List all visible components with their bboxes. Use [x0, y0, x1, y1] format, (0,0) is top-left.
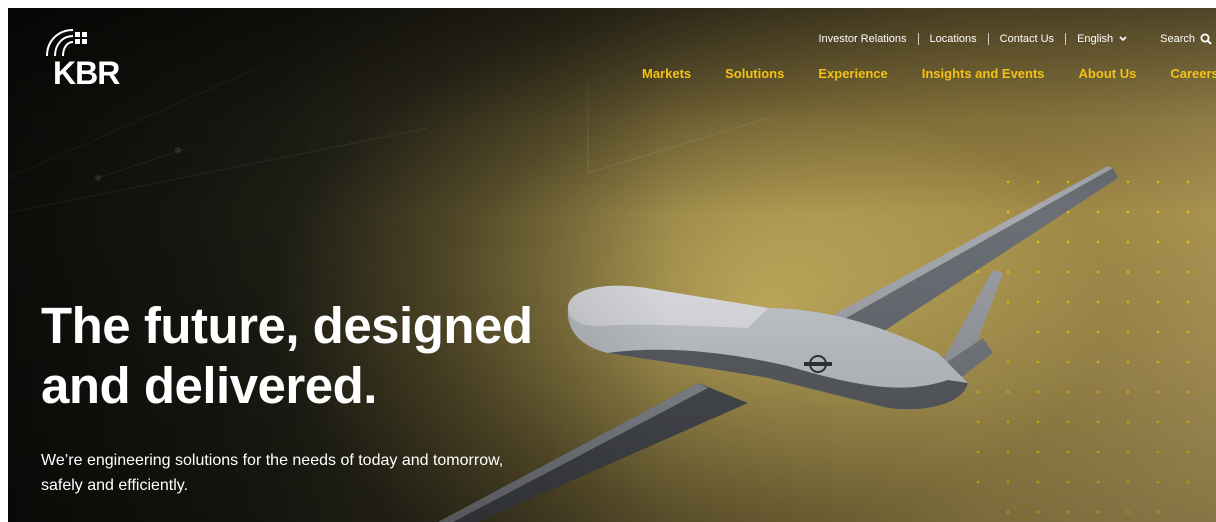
- globe-icon: KBR: [46, 29, 121, 91]
- hero-vignette: [8, 8, 1216, 522]
- investor-relations-link[interactable]: Investor Relations: [808, 32, 918, 46]
- hero-headline-line-1: The future, designed: [41, 297, 533, 354]
- hero-subtext-line-1: We’re engineering solutions for the need…: [41, 452, 504, 469]
- hero-headline: The future, designed and delivered.: [41, 296, 533, 416]
- language-label: English: [1077, 33, 1114, 45]
- main-nav: Markets Solutions Experience Insights an…: [642, 66, 1216, 81]
- nav-insights-and-events[interactable]: Insights and Events: [922, 66, 1045, 81]
- chevron-down-icon: [1119, 36, 1127, 42]
- search-icon: [1200, 33, 1212, 45]
- nav-careers[interactable]: Careers: [1170, 66, 1216, 81]
- search-label: Search: [1160, 33, 1195, 45]
- hero-banner: KBR Investor Relations Locations Contact…: [8, 8, 1216, 522]
- kbr-wordmark: KBR: [53, 55, 120, 91]
- search-button[interactable]: Search: [1138, 32, 1212, 46]
- page: KBR Investor Relations Locations Contact…: [0, 0, 1216, 522]
- hero-subtext: We’re engineering solutions for the need…: [41, 448, 601, 498]
- hero-subtext-line-2: safely and efficiently.: [41, 477, 189, 494]
- language-selector[interactable]: English: [1066, 32, 1138, 46]
- utility-nav: Investor Relations Locations Contact Us …: [808, 32, 1213, 46]
- nav-about-us[interactable]: About Us: [1079, 66, 1137, 81]
- nav-solutions[interactable]: Solutions: [725, 66, 784, 81]
- locations-link[interactable]: Locations: [919, 32, 988, 46]
- kbr-logo[interactable]: KBR: [41, 26, 151, 96]
- contact-us-link[interactable]: Contact Us: [989, 32, 1065, 46]
- nav-experience[interactable]: Experience: [818, 66, 887, 81]
- hero-headline-line-2: and delivered.: [41, 357, 377, 414]
- nav-markets[interactable]: Markets: [642, 66, 691, 81]
